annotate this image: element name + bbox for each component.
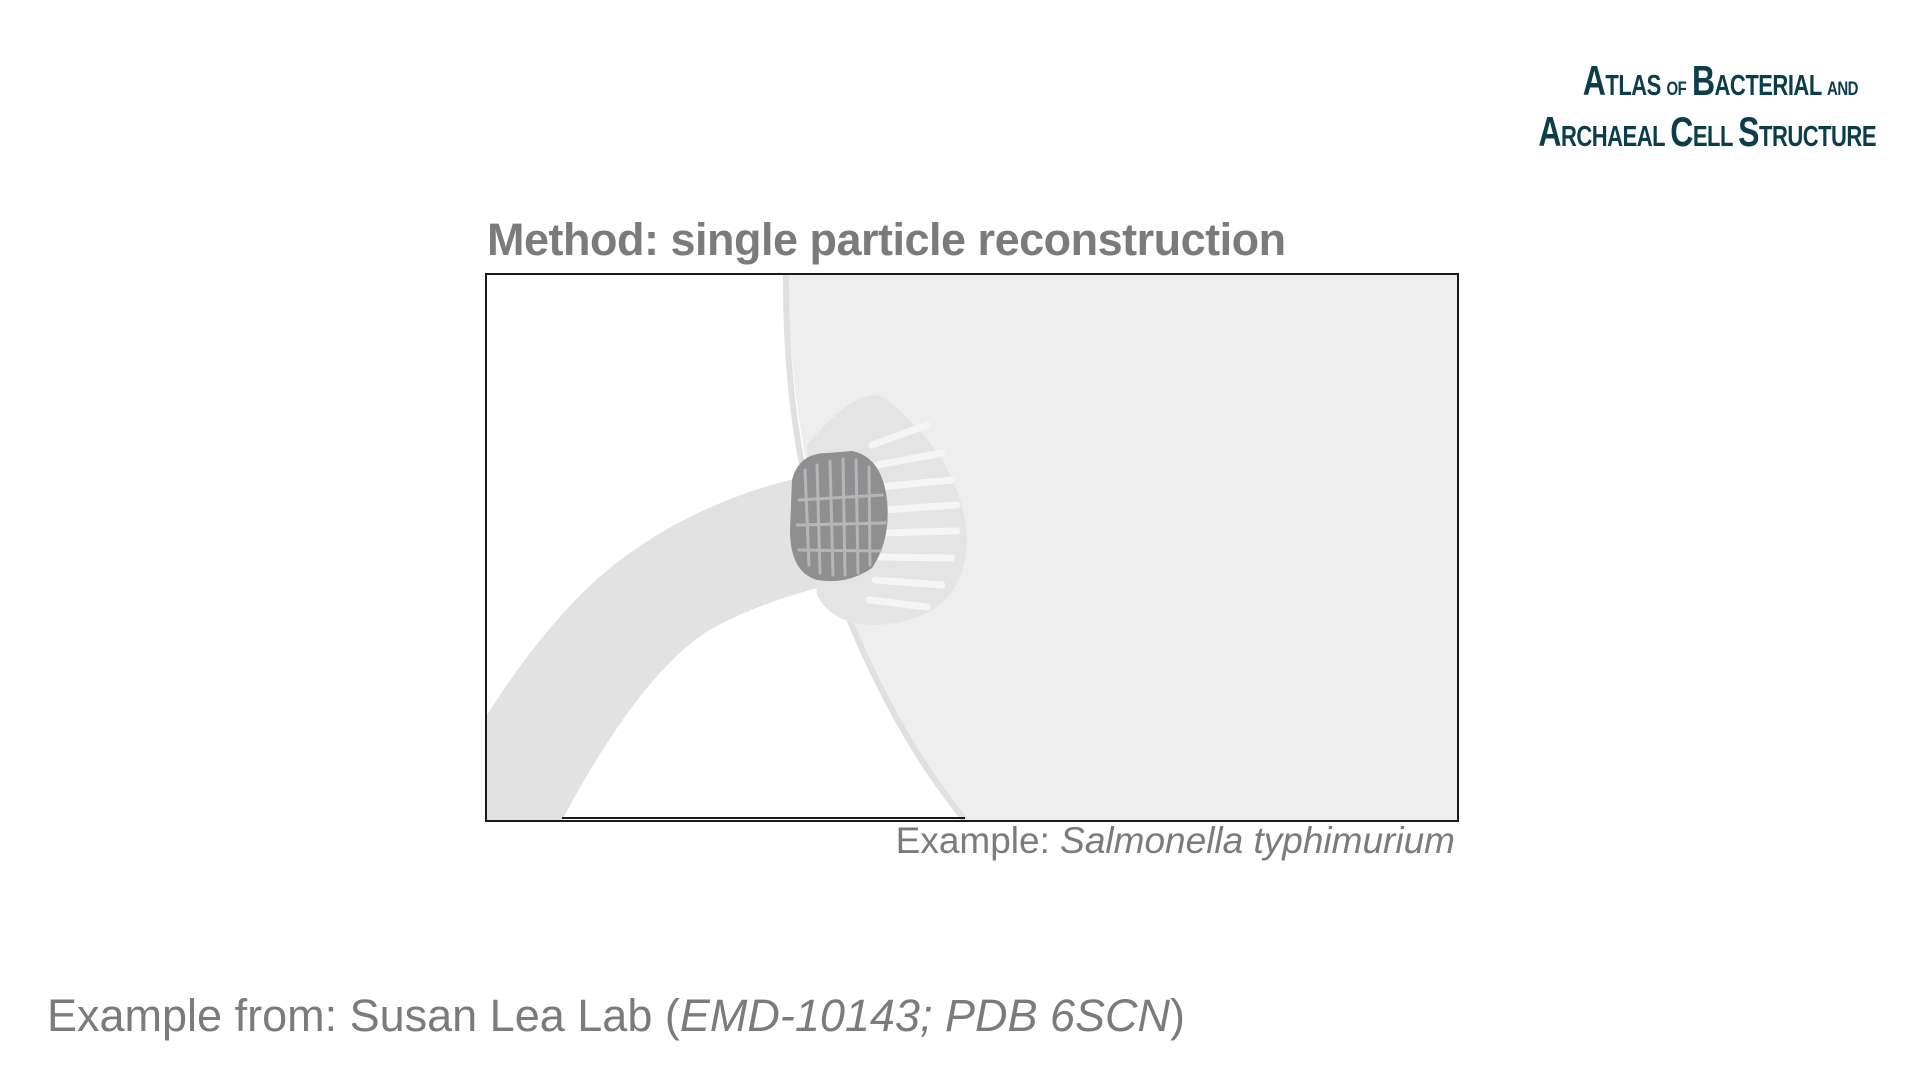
caption-prefix: Example:: [895, 820, 1050, 861]
example-caption: Example: Salmonella typhimurium: [880, 820, 1455, 862]
caption-species: Salmonella typhimurium: [1060, 820, 1455, 861]
basal-body: [790, 451, 888, 582]
credit-prefix: Example from: Susan Lea Lab (: [47, 990, 680, 1041]
credit-ids: EMD-10143; PDB 6SCN: [679, 990, 1171, 1041]
example-credit: Example from: Susan Lea Lab (EMD-10143; …: [47, 990, 1185, 1042]
method-illustration: [485, 273, 1459, 822]
atlas-logo: ATLAS OF BACTERIAL AND ARCHAEAL CELL STR…: [1536, 60, 1876, 161]
method-title: Method: single particle reconstruction: [487, 214, 1286, 265]
logo-line-1: ATLAS OF BACTERIAL AND: [1582, 57, 1859, 105]
credit-suffix: ): [1170, 990, 1186, 1041]
flagellar-motor-illustration: [487, 275, 1457, 820]
logo-line-2: ARCHAEAL CELL STRUCTURE: [1538, 108, 1876, 155]
